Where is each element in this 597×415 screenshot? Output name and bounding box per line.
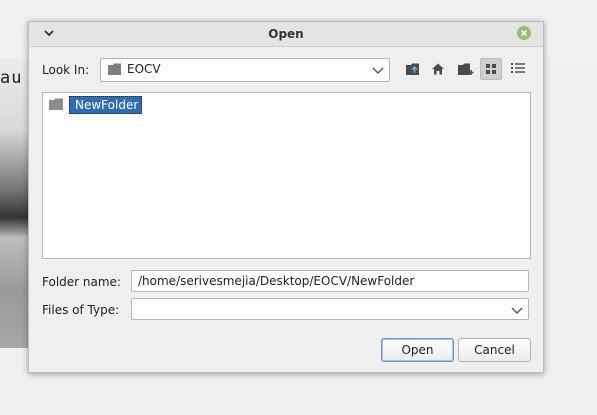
background-text: au <box>0 68 23 88</box>
home-button[interactable] <box>427 58 449 80</box>
title-bar: Open <box>29 22 543 47</box>
list-view-button[interactable] <box>480 58 502 80</box>
folder-name-label: Folder name: <box>42 275 121 289</box>
close-icon[interactable] <box>517 26 531 40</box>
new-folder-button[interactable] <box>454 58 476 80</box>
chevron-down-icon <box>511 304 523 318</box>
open-button[interactable]: Open <box>381 338 454 362</box>
details-view-button[interactable] <box>507 58 529 80</box>
look-in-label: Look In: <box>42 63 90 77</box>
look-in-combo[interactable]: EOCV <box>100 58 390 82</box>
up-one-level-button[interactable] <box>402 58 424 80</box>
folder-icon <box>108 63 122 78</box>
folder-icon <box>49 98 64 113</box>
files-of-type-label: Files of Type: <box>42 303 120 317</box>
folder-name-value: /home/serivesmejia/Desktop/EOCV/NewFolde… <box>138 274 415 288</box>
open-dialog: Open Look In: EOCV NewFolder Folder name… <box>28 21 544 373</box>
look-in-value: EOCV <box>127 62 161 76</box>
folder-name-field[interactable]: /home/serivesmejia/Desktop/EOCV/NewFolde… <box>131 270 529 292</box>
files-of-type-combo[interactable] <box>131 298 529 320</box>
file-list[interactable]: NewFolder <box>42 92 531 259</box>
cancel-button[interactable]: Cancel <box>458 338 531 362</box>
chevron-down-icon <box>372 64 384 78</box>
dialog-title: Open <box>268 27 304 41</box>
folder-name-editor[interactable]: NewFolder <box>69 96 143 114</box>
